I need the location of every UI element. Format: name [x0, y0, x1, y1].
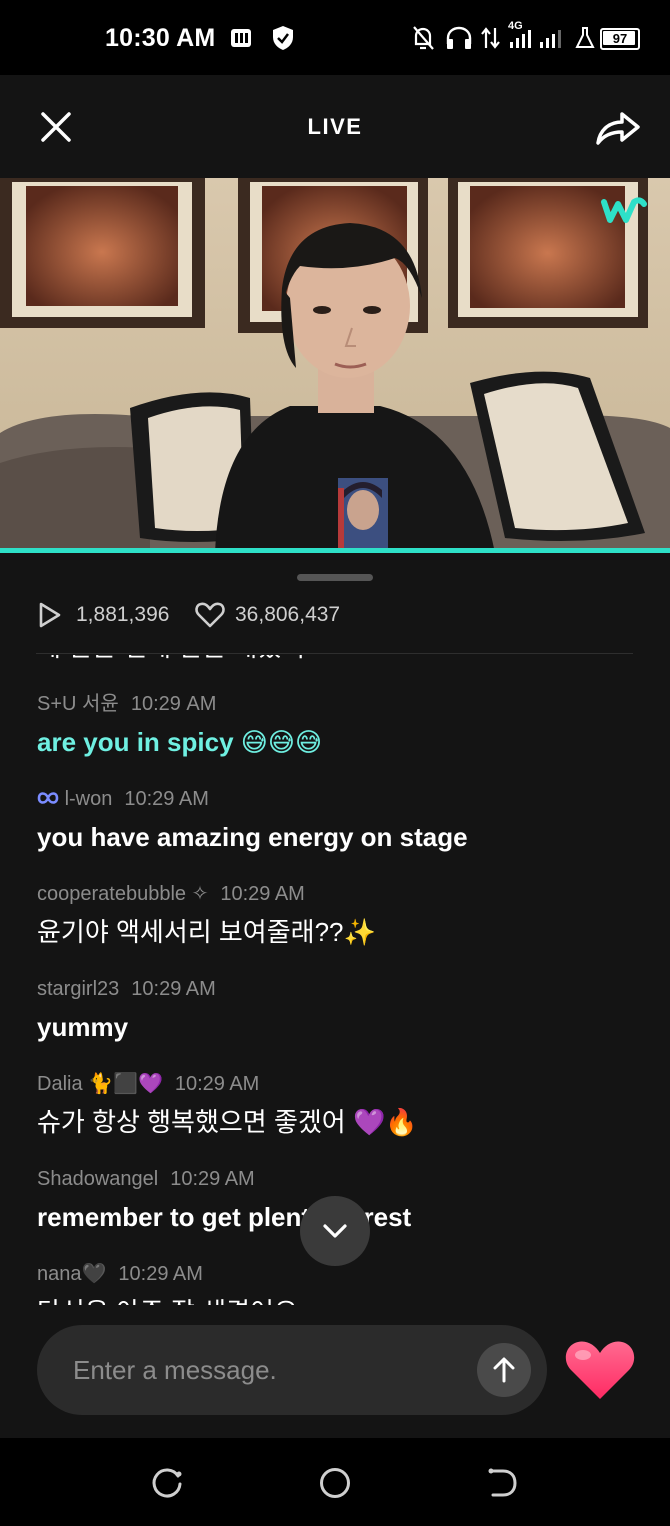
chat-emoji: 😅😅😅 [240, 728, 323, 758]
drag-handle[interactable] [297, 574, 373, 581]
send-button[interactable] [477, 1343, 531, 1397]
play-count: 1,881,396 [76, 603, 170, 626]
live-header: LIVE [0, 75, 670, 178]
chat-message: cooperatebubble ✧ 10:29 AM 윤기야 액세서리 보여줄래?… [37, 879, 637, 950]
page-title: LIVE [307, 114, 363, 139]
chat-time: 10:29 AM [131, 978, 216, 1000]
video-frame [0, 178, 670, 553]
chat-time: 10:29 AM [220, 883, 305, 905]
chat-time: 10:29 AM [130, 693, 217, 715]
chat-username: Shadowangel [37, 1168, 159, 1190]
like-count: 36,806,437 [235, 603, 341, 626]
shield-check-icon [273, 26, 293, 50]
chat-username: nana🖤 [37, 1263, 107, 1285]
play-icon [39, 602, 61, 628]
scroll-to-latest-button[interactable] [300, 1196, 370, 1266]
data-transfer-icon [481, 27, 500, 49]
signal-icon [510, 30, 561, 48]
chat-emoji: ✨ [343, 918, 376, 948]
chat-meta: Dalia 🐈⬛💜 10:29 AM [37, 1069, 637, 1099]
app-notification-icon [231, 29, 251, 47]
message-input[interactable] [71, 1347, 455, 1393]
battery-level: 97 [612, 31, 628, 46]
heart-icon[interactable] [563, 1337, 637, 1403]
chat-username: stargirl23 [37, 978, 120, 1000]
chat-meta: S+U 서윤 10:29 AM [37, 689, 637, 719]
chat-text: yummy [37, 1012, 129, 1042]
chat-message: Dalia 🐈⬛💜 10:29 AM 슈가 항상 행복했으면 좋겠어 💜🔥 [37, 1069, 637, 1140]
chat-text-content: 슈가 항상 행복했으면 좋겠어 [37, 1107, 353, 1137]
chat-text: 당신은 아주 잘 생겼어요 [37, 1295, 637, 1305]
status-time: 10:30 AM [105, 24, 216, 52]
chat-meta: l-won 10:29 AM [37, 784, 637, 814]
live-video[interactable] [0, 178, 670, 553]
chat-text: you have amazing energy on stage [37, 822, 468, 852]
chat-cutoff-text: 에 반은 건네 반은 개었어 [37, 655, 305, 664]
chat-username: cooperatebubble ✧ [37, 883, 209, 905]
chat-emoji: 💜🔥 [352, 1108, 418, 1138]
system-nav-bar [0, 1438, 670, 1526]
chat-meta: stargirl23 10:29 AM [37, 974, 637, 1004]
chat-message: S+U 서윤 10:29 AM are you in spicy 😅😅😅 [37, 689, 637, 760]
battery-icon: 97 [600, 28, 640, 50]
status-bar: 10:30 AM 4G 97 [0, 0, 670, 75]
divider [36, 653, 633, 654]
mute-bell-icon [413, 26, 434, 50]
chat-time: 10:29 AM [124, 788, 209, 810]
live-progress-bar [0, 548, 670, 553]
home-icon[interactable] [318, 1466, 352, 1500]
chat-username: l-won [64, 788, 113, 810]
back-icon[interactable] [485, 1466, 519, 1500]
chat-message: stargirl23 10:29 AM yummy [37, 974, 637, 1044]
chat-time: 10:29 AM [174, 1073, 260, 1095]
arrow-up-icon [493, 1357, 515, 1383]
chat-text: are you in spicy 😅😅😅 [37, 725, 637, 760]
weverse-logo [601, 197, 647, 223]
chevron-down-icon [323, 1224, 347, 1238]
chat-meta: cooperatebubble ✧ 10:29 AM [37, 879, 637, 909]
recent-apps-icon[interactable] [150, 1466, 184, 1500]
chat-text-content: 윤기야 액세서리 보여줄래?? [37, 917, 344, 947]
chat-text: 슈가 항상 행복했으면 좋겠어 💜🔥 [37, 1105, 637, 1140]
chat-message: l-won 10:29 AM you have amazing energy on… [37, 784, 637, 854]
chat-time: 10:29 AM [118, 1263, 203, 1285]
chat-meta: Shadowangel 10:29 AM [37, 1164, 637, 1194]
message-input-bar [37, 1325, 547, 1415]
heart-outline-icon [195, 602, 225, 628]
membership-badge-icon [37, 792, 59, 804]
flask-icon [575, 27, 595, 48]
share-icon[interactable] [594, 105, 642, 149]
headphones-icon [446, 26, 472, 49]
chat-username: Dalia 🐈⬛💜 [37, 1073, 163, 1095]
chat-username: S+U 서윤 [37, 693, 119, 715]
chat-text-content: are you in spicy [37, 727, 234, 757]
chat-time: 10:29 AM [170, 1168, 255, 1190]
chat-text: 윤기야 액세서리 보여줄래??✨ [37, 915, 637, 950]
